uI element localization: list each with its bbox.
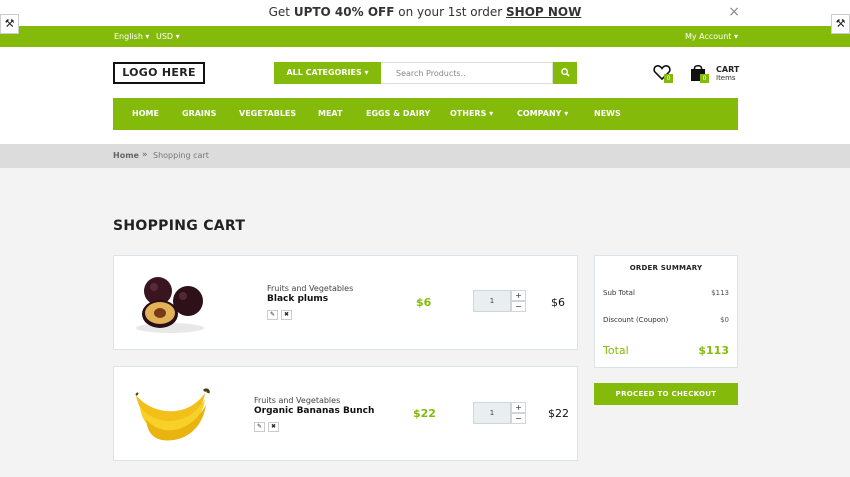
product-category: Fruits and Vegetables xyxy=(254,396,341,405)
proceed-to-checkout-button[interactable]: PROCEED TO CHECKOUT xyxy=(594,383,738,405)
nav-news[interactable]: NEWS xyxy=(594,98,621,130)
tools-icon-right[interactable]: ⚒ xyxy=(831,14,850,34)
quantity-field[interactable]: 1 xyxy=(473,290,511,312)
total-label: Total xyxy=(603,344,629,357)
nav-meat[interactable]: MEAT xyxy=(318,98,342,130)
black-plums-image xyxy=(136,277,204,333)
breadcrumb-home[interactable]: Home xyxy=(113,151,139,160)
promo-bar: Get UPTO 40% OFF on your 1st order SHOP … xyxy=(0,0,850,26)
order-summary-title: ORDER SUMMARY xyxy=(629,264,703,272)
search-button[interactable] xyxy=(553,62,577,84)
my-account-menu[interactable]: My Account ▾ xyxy=(685,32,738,41)
cart-items-label: Items xyxy=(716,74,736,82)
cart-button[interactable]: 0 xyxy=(690,64,710,84)
search-input[interactable] xyxy=(381,62,553,84)
edit-icon[interactable]: ✎ xyxy=(254,422,265,432)
promo-text-mid: on your 1st order xyxy=(394,5,507,19)
site-header: LOGO HERE ALL CATEGORIES ▾ 0 0 CART Item… xyxy=(0,47,850,144)
discount-value: $0 xyxy=(720,316,729,324)
quantity-increase-button[interactable]: + xyxy=(511,402,526,413)
unit-price: $22 xyxy=(413,407,436,420)
cart-item: Fruits and Vegetables Black plums ✎ ✖ $6… xyxy=(113,255,578,350)
breadcrumb-current: Shopping cart xyxy=(153,151,209,160)
nav-home[interactable]: HOME xyxy=(132,98,159,130)
product-category: Fruits and Vegetables xyxy=(267,284,354,293)
all-categories-button[interactable]: ALL CATEGORIES ▾ xyxy=(274,62,381,84)
search-icon xyxy=(560,68,570,77)
product-name[interactable]: Organic Bananas Bunch xyxy=(254,406,374,416)
promo-text-pre: Get xyxy=(268,5,294,19)
breadcrumb-separator: » xyxy=(142,150,148,160)
total-value: $113 xyxy=(698,344,729,357)
cart-label[interactable]: CART xyxy=(716,66,739,74)
subtotal-label: Sub Total xyxy=(603,289,635,297)
wishlist-count-badge: 0 xyxy=(664,74,673,83)
quantity-increase-button[interactable]: + xyxy=(511,290,526,301)
breadcrumb: Home » Shopping cart xyxy=(0,144,850,168)
main-nav: HOME GRAINS VEGETABLES MEAT EGGS & DAIRY… xyxy=(113,98,738,130)
logo[interactable]: LOGO HERE xyxy=(113,62,205,84)
promo-text-bold: UPTO 40% OFF xyxy=(293,5,395,19)
cart-count-badge: 0 xyxy=(700,74,709,83)
cart-item: Fruits and Vegetables Organic Bananas Bu… xyxy=(113,366,578,461)
wishlist-button[interactable]: 0 xyxy=(653,64,673,84)
nav-others[interactable]: OTHERS ▾ xyxy=(450,98,493,130)
line-total: $22 xyxy=(548,407,569,420)
language-select[interactable]: English ▾ xyxy=(114,32,149,41)
unit-price: $6 xyxy=(416,296,432,309)
top-bar: English ▾ USD ▾ My Account ▾ xyxy=(0,26,850,47)
order-summary: ORDER SUMMARY Sub Total $113 Discount (C… xyxy=(594,255,738,368)
discount-label: Discount (Coupon) xyxy=(603,316,669,324)
quantity-decrease-button[interactable]: − xyxy=(511,301,526,312)
remove-icon[interactable]: ✖ xyxy=(281,310,292,320)
currency-select[interactable]: USD ▾ xyxy=(156,32,180,41)
subtotal-value: $113 xyxy=(711,289,729,297)
product-name[interactable]: Black plums xyxy=(267,294,328,304)
remove-icon[interactable]: ✖ xyxy=(268,422,279,432)
quantity-field[interactable]: 1 xyxy=(473,402,511,424)
tools-icon-left[interactable]: ⚒ xyxy=(0,14,19,34)
shop-now-link[interactable]: SHOP NOW xyxy=(506,5,581,19)
quantity-decrease-button[interactable]: − xyxy=(511,413,526,424)
line-total: $6 xyxy=(551,296,565,309)
edit-icon[interactable]: ✎ xyxy=(267,310,278,320)
page-title: SHOPPING CART xyxy=(113,218,246,234)
close-icon[interactable]: × xyxy=(728,0,740,24)
nav-vegetables[interactable]: VEGETABLES xyxy=(239,98,296,130)
nav-eggs-dairy[interactable]: EGGS & DAIRY xyxy=(366,98,430,130)
nav-grains[interactable]: GRAINS xyxy=(182,98,216,130)
nav-company[interactable]: COMPANY ▾ xyxy=(517,98,568,130)
bananas-image xyxy=(135,388,210,441)
